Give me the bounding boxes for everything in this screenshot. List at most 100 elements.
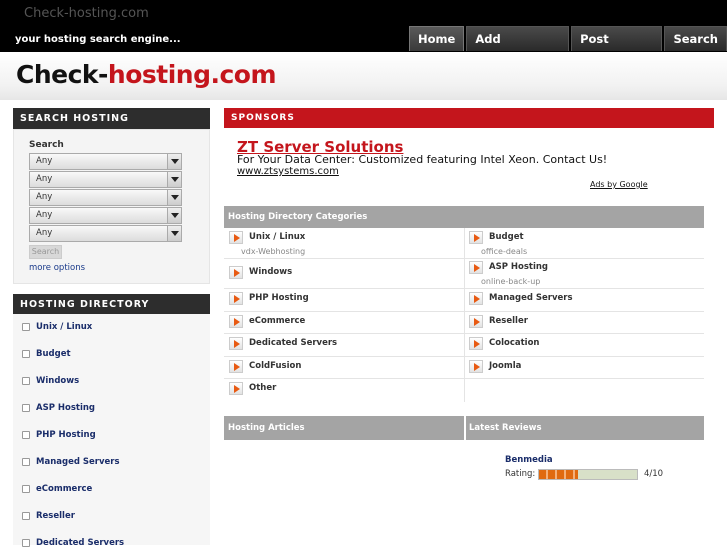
directory-item-dedicated-servers[interactable]: Dedicated Servers [22, 536, 124, 550]
hosting-directory-heading: HOSTING DIRECTORY [13, 294, 210, 315]
category-sub-link[interactable]: vdx-Webhosting [241, 247, 305, 256]
directory-item-managed-servers[interactable]: Managed Servers [22, 455, 120, 469]
arrow-right-icon [229, 382, 243, 395]
logo[interactable]: Check-hosting.com [16, 60, 277, 89]
category-name: Other [249, 383, 277, 393]
search-select-5-value: Any [36, 228, 53, 238]
search-select-5[interactable]: Any [29, 225, 182, 242]
directory-item-label: eCommerce [36, 484, 93, 494]
directory-item-reseller[interactable]: Reseller [22, 509, 75, 523]
category-row [224, 379, 704, 402]
category-managed-servers[interactable]: Managed Servers [469, 292, 573, 305]
category-windows[interactable]: Windows [229, 266, 292, 279]
category-name: Colocation [489, 338, 540, 348]
checkbox[interactable] [22, 377, 30, 385]
category-name: Unix / Linux [249, 232, 306, 242]
directory-item-label: Dedicated Servers [36, 538, 125, 548]
categories-table: Unix / Linux vdx-Webhosting Windows PHP … [224, 228, 704, 402]
search-select-2[interactable]: Any [29, 171, 182, 188]
arrow-right-icon [469, 337, 483, 350]
ad-url-link[interactable]: www.ztsystems.com [237, 166, 339, 177]
categories-heading: Hosting Directory Categories [224, 206, 704, 228]
directory-item-label: Unix / Linux [36, 322, 93, 332]
directory-item-unix-linux[interactable]: Unix / Linux [22, 320, 92, 334]
category-reseller[interactable]: Reseller [469, 315, 528, 328]
nav-home[interactable]: Home [409, 26, 465, 51]
ad-text: For Your Data Center: Customized featuri… [237, 153, 608, 166]
category-name: ASP Hosting [489, 262, 549, 272]
arrow-right-icon [229, 337, 243, 350]
category-sub-link[interactable]: online-back-up [481, 277, 540, 286]
category-name: Dedicated Servers [249, 338, 338, 348]
directory-item-windows[interactable]: Windows [22, 374, 79, 388]
nav-search[interactable]: Search [664, 26, 727, 51]
latest-reviews-heading: Latest Reviews [466, 416, 704, 440]
category-other[interactable]: Other [229, 382, 276, 395]
header: Check-hosting.com [0, 52, 727, 100]
nav-add-company[interactable]: Add company [466, 26, 570, 71]
category-name: Joomla [489, 361, 522, 371]
directory-item-php-hosting[interactable]: PHP Hosting [22, 428, 96, 442]
more-options-link[interactable]: more options [29, 263, 85, 273]
category-name: eCommerce [249, 316, 306, 326]
category-dedicated-servers[interactable]: Dedicated Servers [229, 337, 337, 350]
logo-part-1: Check- [16, 60, 108, 89]
chevron-down-icon [167, 190, 181, 205]
checkbox[interactable] [22, 350, 30, 358]
category-unix-linux[interactable]: Unix / Linux [229, 231, 305, 244]
review-company-link[interactable]: Benmedia [505, 455, 553, 465]
arrow-right-icon [229, 266, 243, 279]
checkbox[interactable] [22, 539, 30, 547]
search-select-3-value: Any [36, 192, 53, 202]
rating-bar [538, 469, 638, 480]
search-select-2-value: Any [36, 174, 53, 184]
category-php-hosting[interactable]: PHP Hosting [229, 292, 309, 305]
category-name: Budget [489, 232, 524, 242]
category-name: Managed Servers [489, 293, 573, 303]
search-button[interactable]: Search [29, 245, 62, 259]
search-select-1[interactable]: Any [29, 153, 182, 170]
arrow-right-icon [229, 231, 243, 244]
search-hosting-heading: SEARCH HOSTING [13, 108, 210, 129]
checkbox[interactable] [22, 431, 30, 439]
directory-item-label: Windows [36, 376, 80, 386]
search-panel: Search Any Any Any Any Any Search more o… [13, 129, 210, 284]
checkbox[interactable] [22, 323, 30, 331]
directory-item-label: ASP Hosting [36, 403, 96, 413]
arrow-right-icon [229, 360, 243, 373]
category-name: ColdFusion [249, 361, 302, 371]
category-joomla[interactable]: Joomla [469, 360, 521, 373]
category-coldfusion[interactable]: ColdFusion [229, 360, 301, 373]
chevron-down-icon [167, 172, 181, 187]
arrow-right-icon [469, 292, 483, 305]
checkbox[interactable] [22, 485, 30, 493]
top-bar: Check-hosting.com your hosting search en… [0, 0, 727, 71]
directory-item-label: Reseller [36, 511, 75, 521]
category-row [224, 259, 704, 289]
directory-item-label: Budget [36, 349, 71, 359]
search-label: Search [29, 140, 64, 150]
checkbox[interactable] [22, 404, 30, 412]
category-budget[interactable]: Budget [469, 231, 524, 244]
rating-score: 4/10 [644, 469, 664, 479]
directory-item-budget[interactable]: Budget [22, 347, 71, 361]
directory-item-asp-hosting[interactable]: ASP Hosting [22, 401, 95, 415]
category-colocation[interactable]: Colocation [469, 337, 539, 350]
nav-post-review[interactable]: Post review [571, 26, 663, 71]
category-ecommerce[interactable]: eCommerce [229, 315, 305, 328]
arrow-right-icon [229, 315, 243, 328]
sponsors-heading: SPONSORS [224, 108, 714, 128]
directory-item-ecommerce[interactable]: eCommerce [22, 482, 92, 496]
arrow-right-icon [469, 315, 483, 328]
search-select-4[interactable]: Any [29, 207, 182, 224]
ads-by-google-link[interactable]: Ads by Google [590, 180, 648, 189]
logo-part-2: hosting.com [107, 60, 277, 89]
chevron-down-icon [167, 154, 181, 169]
category-asp-hosting[interactable]: ASP Hosting [469, 261, 548, 274]
search-select-3[interactable]: Any [29, 189, 182, 206]
checkbox[interactable] [22, 458, 30, 466]
category-name: Reseller [489, 316, 528, 326]
category-sub-link[interactable]: office-deals [481, 247, 527, 256]
checkbox[interactable] [22, 512, 30, 520]
site-title: Check-hosting.com [24, 6, 149, 21]
